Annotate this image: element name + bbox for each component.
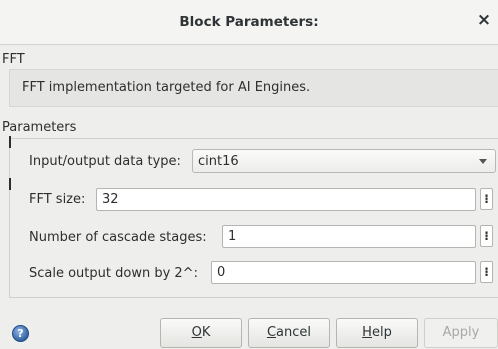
data-type-value: cint16: [198, 154, 239, 169]
data-type-label: Input/output data type:: [29, 154, 181, 169]
scale-output-menu-icon[interactable]: ⁝: [480, 261, 493, 283]
close-icon[interactable]: ×: [476, 11, 492, 29]
cascade-stages-value: 1: [228, 229, 237, 244]
fft-size-menu-icon[interactable]: ⁝: [480, 188, 493, 210]
fft-size-field[interactable]: 32: [96, 188, 476, 211]
help-mnemonic: H: [362, 325, 372, 340]
help-label-rest: elp: [371, 325, 392, 340]
fft-size-label: FFT size:: [29, 192, 86, 207]
cascade-stages-field[interactable]: 1: [222, 225, 476, 248]
apply-button[interactable]: Apply: [424, 318, 498, 348]
block-description: FFT implementation targeted for AI Engin…: [22, 80, 311, 95]
ok-label-rest: K: [201, 325, 211, 340]
scale-output-label: Scale output down by 2^:: [29, 266, 198, 281]
scale-output-value: 0: [217, 265, 226, 280]
ok-button[interactable]: OK: [160, 318, 242, 348]
chevron-down-icon: [479, 159, 487, 164]
help-button[interactable]: Help: [336, 318, 418, 348]
cancel-mnemonic: C: [266, 325, 277, 340]
ok-mnemonic: O: [191, 325, 202, 340]
cancel-label-rest: ancel: [276, 325, 312, 340]
parameters-section-label: Parameters: [2, 120, 77, 135]
window-edge-marker: [9, 136, 11, 148]
scale-output-field[interactable]: 0: [211, 261, 476, 284]
block-name: FFT: [2, 52, 25, 67]
fft-size-value: 32: [102, 192, 119, 207]
dialog-title: Block Parameters:: [179, 14, 319, 30]
block-parameters-dialog: Block Parameters: × FFT FFT implementati…: [0, 0, 498, 349]
cancel-button[interactable]: Cancel: [248, 318, 330, 348]
cascade-stages-label: Number of cascade stages:: [29, 230, 207, 245]
title-bar[interactable]: Block Parameters: ×: [0, 0, 498, 45]
data-type-select[interactable]: cint16: [192, 149, 496, 173]
description-box: FFT implementation targeted for AI Engin…: [9, 69, 498, 107]
cascade-stages-menu-icon[interactable]: ⁝: [480, 225, 493, 247]
help-icon[interactable]: ?: [12, 325, 29, 342]
window-edge-marker: [9, 178, 11, 190]
